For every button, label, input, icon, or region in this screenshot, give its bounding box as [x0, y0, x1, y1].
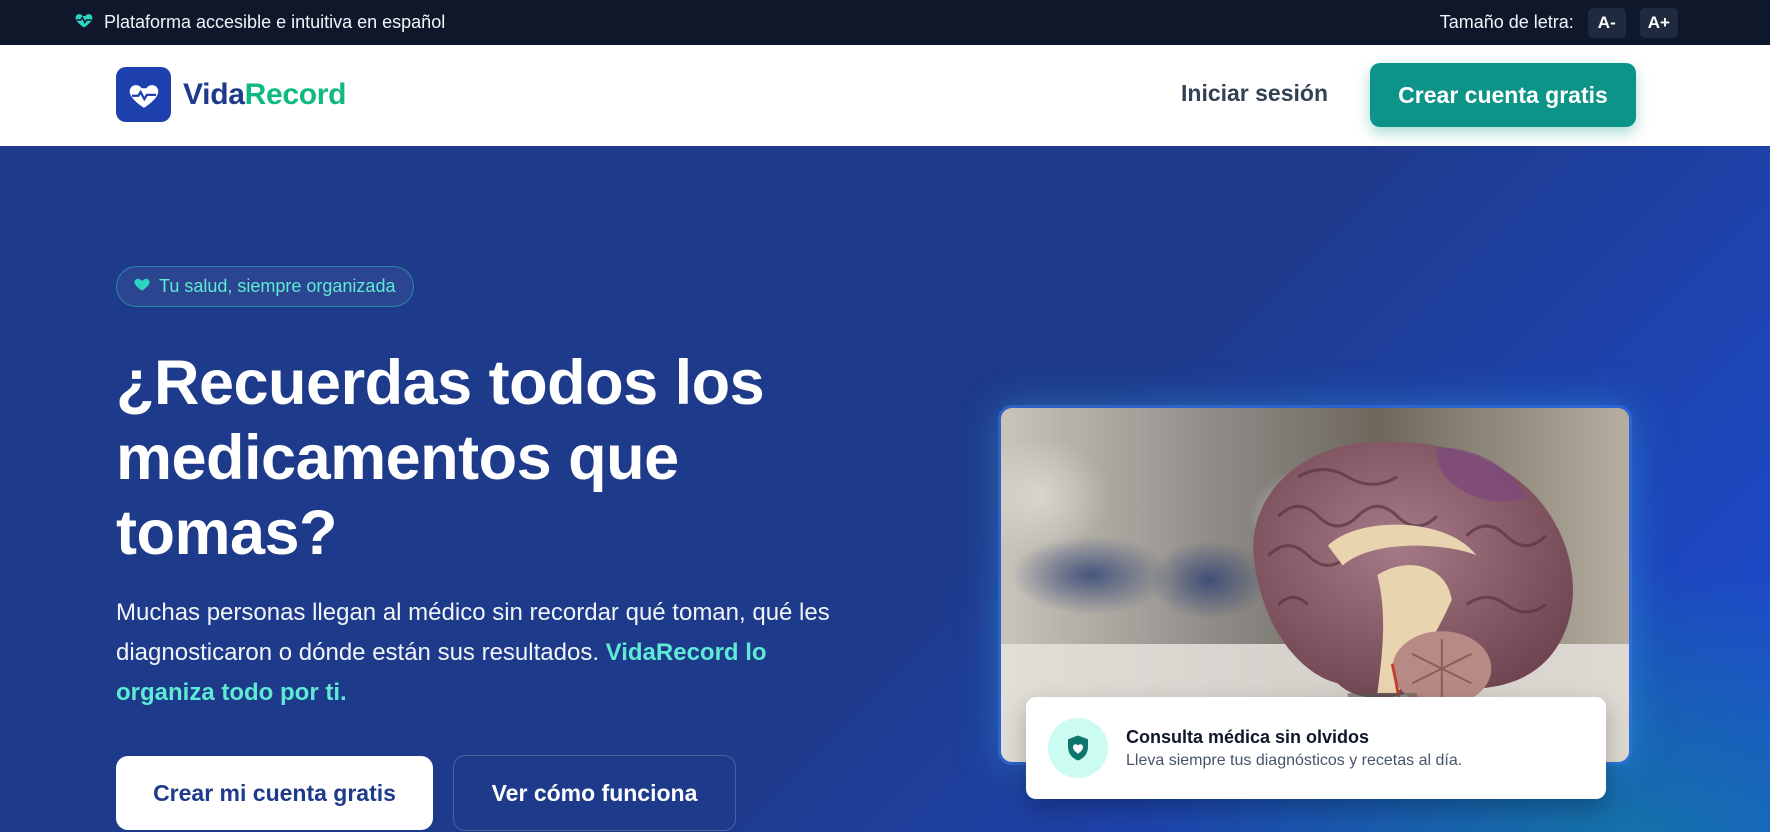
utility-tagline-text: Plataforma accesible e intuitiva en espa… — [104, 12, 446, 32]
brand-name-part2: Record — [244, 77, 347, 111]
font-size-label: Tamaño de letra: — [1439, 12, 1574, 32]
brand-name-part1: Vida — [183, 77, 245, 111]
brand-logo[interactable]: VidaRecord — [116, 67, 346, 122]
hero-description: Muchas personas llegan al médico sin rec… — [116, 593, 846, 713]
font-size-controls: Tamaño de letra: A- A+ — [1440, 0, 1678, 45]
login-link[interactable]: Iniciar sesión — [1181, 80, 1328, 107]
hero-section: Tu salud, siempre organizada ¿Recuerdas … — [0, 146, 1770, 832]
reminder-card-subtitle: Lleva siempre tus diagnósticos y recetas… — [1126, 752, 1463, 769]
create-free-account-button[interactable]: Crear mi cuenta gratis — [116, 756, 433, 830]
increase-font-button[interactable]: A+ — [1639, 7, 1678, 38]
heart-pulse-icon — [74, 10, 94, 35]
decrease-font-button[interactable]: A- — [1587, 7, 1626, 38]
brand-name: VidaRecord — [183, 78, 346, 112]
how-it-works-button[interactable]: Ver cómo funciona — [453, 755, 736, 831]
hero-pill-label: Tu salud, siempre organizada — [159, 276, 396, 296]
reminder-card: Consulta médica sin olvidos Lleva siempr… — [1026, 697, 1606, 799]
site-header: VidaRecord Iniciar sesión Crear cuenta g… — [0, 45, 1770, 146]
heart-icon — [133, 275, 151, 298]
hero-pill: Tu salud, siempre organizada — [116, 266, 415, 307]
hero-headline: ¿Recuerdas todos los medicamentos que to… — [116, 348, 765, 568]
shield-heart-icon — [1048, 718, 1108, 778]
reminder-card-title: Consulta médica sin olvidos — [1126, 727, 1370, 747]
utility-bar: Plataforma accesible e intuitiva en espa… — [0, 0, 1770, 45]
heart-pulse-icon — [116, 67, 171, 122]
create-account-button[interactable]: Crear cuenta gratis — [1370, 63, 1636, 127]
utility-tagline: Plataforma accesible e intuitiva en espa… — [74, 0, 445, 45]
